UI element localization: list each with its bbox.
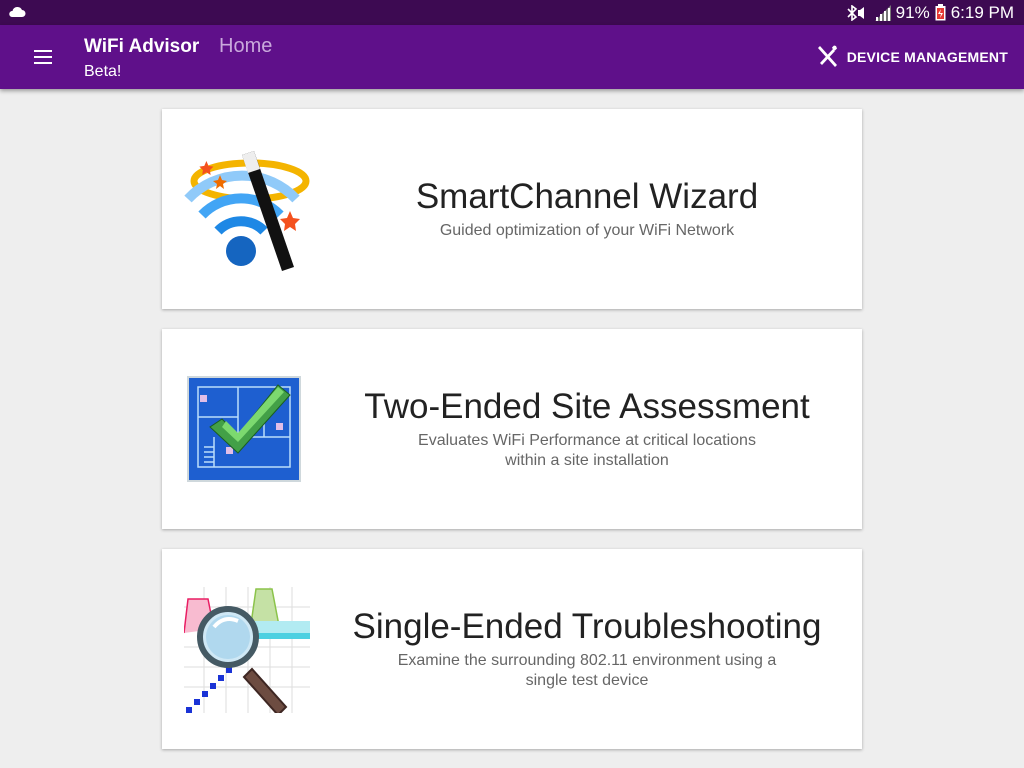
tools-icon [817,44,839,71]
card-description: Guided optimization of your WiFi Network [439,222,735,239]
wifi-wand-icon [184,147,310,273]
card-description: Examine the surrounding 802.11 environme… [397,652,777,689]
bluetooth-mute-icon [846,4,868,21]
app-subtitle: Beta! [84,63,122,80]
card-title: Two-Ended Site Assessment [364,387,810,426]
app-bar: WiFi Advisor Beta! Home DEVICE MANAGEMEN… [0,25,1024,89]
menu-button[interactable] [26,44,62,70]
card-text: Two-Ended Site Assessment Evaluates WiFi… [322,329,852,529]
home-nav-link[interactable]: Home [219,35,272,58]
status-icons: 91% 6:19 PM [846,0,1014,25]
signal-icon [873,4,891,21]
clock-time: 6:19 PM [950,2,1014,22]
card-title: Single-Ended Troubleshooting [352,607,822,646]
status-bar: 91% 6:19 PM [0,0,1024,25]
battery-percent: 91% [895,2,930,22]
card-single-ended-troubleshooting[interactable]: Single-Ended Troubleshooting Examine the… [162,549,862,749]
menu-icon-bar [34,56,52,58]
battery-icon [935,4,946,21]
cloud-icon [8,5,26,24]
card-text: Single-Ended Troubleshooting Examine the… [322,549,852,749]
device-management-label: DEVICE MANAGEMENT [846,49,1008,65]
card-smartchannel-wizard[interactable]: SmartChannel Wizard Guided optimization … [162,109,862,309]
device-management-button[interactable]: DEVICE MANAGEMENT [817,43,1008,71]
floorplan-check-icon [184,367,310,493]
spectrum-magnifier-icon [183,587,310,717]
card-title: SmartChannel Wizard [415,177,759,216]
menu-icon-bar [34,62,52,64]
card-two-ended-site-assessment[interactable]: Two-Ended Site Assessment Evaluates WiFi… [162,329,862,529]
card-text: SmartChannel Wizard Guided optimization … [322,109,852,309]
menu-icon [34,50,52,52]
app-title: WiFi Advisor [84,36,200,57]
card-description: Evaluates WiFi Performance at critical l… [418,432,756,469]
